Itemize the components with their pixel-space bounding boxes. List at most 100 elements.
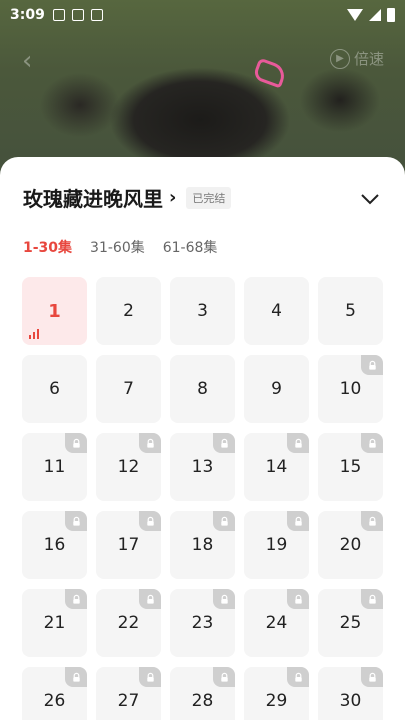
episode-number: 28 (191, 691, 214, 711)
episode-cell[interactable]: 25 (318, 589, 383, 657)
episode-cell[interactable]: 7 (96, 355, 161, 423)
episode-sheet: 玫瑰藏进晚风里 › 已完结 1-30集 31-60集 61-68集 123456… (0, 157, 405, 720)
wifi-icon (347, 9, 363, 21)
chevron-down-icon[interactable] (358, 187, 382, 211)
episode-number: 30 (339, 691, 362, 711)
episode-cell[interactable]: 1 (22, 277, 87, 345)
tab-31-60[interactable]: 31-60集 (90, 237, 145, 257)
episode-cell[interactable]: 27 (96, 667, 161, 720)
episode-cell[interactable]: 17 (96, 511, 161, 579)
episode-cell[interactable]: 28 (170, 667, 235, 720)
episode-number: 19 (265, 535, 288, 555)
episode-cell[interactable]: 19 (244, 511, 309, 579)
lock-icon (287, 589, 309, 609)
download-icon (71, 9, 84, 21)
episode-cell[interactable]: 29 (244, 667, 309, 720)
episode-number: 2 (123, 301, 134, 321)
episode-number: 21 (43, 613, 66, 633)
episode-cell[interactable]: 11 (22, 433, 87, 501)
episode-cell[interactable]: 14 (244, 433, 309, 501)
speed-button[interactable]: ▶ 倍速 (330, 48, 384, 69)
lock-icon (213, 589, 235, 609)
lock-icon (65, 511, 87, 531)
episode-cell[interactable]: 6 (22, 355, 87, 423)
episode-range-tabs: 1-30集 31-60集 61-68集 (23, 237, 217, 257)
episode-number: 17 (117, 535, 140, 555)
lock-icon (139, 589, 161, 609)
lock-icon (287, 511, 309, 531)
episode-number: 15 (339, 457, 362, 477)
chevron-right-icon: › (169, 187, 177, 208)
episode-number: 8 (197, 379, 208, 399)
episode-number: 12 (117, 457, 140, 477)
chevron-left-icon: ‹ (22, 46, 33, 76)
drama-title[interactable]: 玫瑰藏进晚风里 (23, 183, 163, 212)
episode-number: 23 (191, 613, 214, 633)
lock-icon (65, 433, 87, 453)
episode-cell[interactable]: 2 (96, 277, 161, 345)
episode-number: 22 (117, 613, 140, 633)
episode-cell[interactable]: 3 (170, 277, 235, 345)
lock-icon (213, 511, 235, 531)
episode-number: 24 (265, 613, 288, 633)
episode-number: 5 (345, 301, 356, 321)
playing-icon (29, 329, 39, 339)
gallery-icon (52, 9, 65, 21)
episode-number: 14 (265, 457, 288, 477)
lock-icon (213, 433, 235, 453)
lock-icon (361, 589, 383, 609)
tab-1-30[interactable]: 1-30集 (23, 237, 72, 257)
status-bar: 3:09 (0, 0, 405, 30)
episode-number: 9 (271, 379, 282, 399)
app-notification-icon (90, 9, 103, 21)
speed-label: 倍速 (354, 50, 385, 68)
lock-icon (287, 667, 309, 687)
lock-icon (287, 433, 309, 453)
lock-icon (361, 355, 383, 375)
episode-cell[interactable]: 10 (318, 355, 383, 423)
episode-number: 4 (271, 301, 282, 321)
episode-number: 20 (339, 535, 362, 555)
lock-icon (361, 511, 383, 531)
lock-icon (139, 433, 161, 453)
episode-cell[interactable]: 4 (244, 277, 309, 345)
episode-number: 11 (43, 457, 66, 477)
episode-cell[interactable]: 16 (22, 511, 87, 579)
episode-cell[interactable]: 21 (22, 589, 87, 657)
episode-number: 3 (197, 301, 208, 321)
episode-number: 1 (48, 300, 61, 322)
status-badge: 已完结 (186, 186, 232, 209)
episode-number: 7 (123, 379, 134, 399)
episode-cell[interactable]: 22 (96, 589, 161, 657)
episode-cell[interactable]: 15 (318, 433, 383, 501)
drama-title-row[interactable]: 玫瑰藏进晚风里 › 已完结 (23, 183, 232, 212)
episode-cell[interactable]: 12 (96, 433, 161, 501)
episode-cell[interactable]: 8 (170, 355, 235, 423)
episode-number: 10 (339, 379, 362, 399)
episode-cell[interactable]: 24 (244, 589, 309, 657)
battery-icon (387, 8, 395, 22)
episode-cell[interactable]: 30 (318, 667, 383, 720)
episode-number: 13 (191, 457, 214, 477)
episode-cell[interactable]: 9 (244, 355, 309, 423)
back-button[interactable]: ‹ (22, 46, 32, 76)
episode-cell[interactable]: 5 (318, 277, 383, 345)
speed-icon: ▶ (330, 48, 350, 69)
episode-cell[interactable]: 18 (170, 511, 235, 579)
episode-cell[interactable]: 20 (318, 511, 383, 579)
episode-number: 26 (43, 691, 66, 711)
lock-icon (213, 667, 235, 687)
episode-number: 6 (49, 379, 60, 399)
episode-number: 25 (339, 613, 362, 633)
episode-grid: 1 2 3 4 5 6 7 8 9 10 11 12 13 14 15 16 17 18 19 20 21 22 23 24 2… (22, 277, 383, 720)
episode-number: 27 (117, 691, 140, 711)
episode-cell[interactable]: 26 (22, 667, 87, 720)
tab-61-68[interactable]: 61-68集 (163, 237, 218, 257)
lock-icon (139, 511, 161, 531)
episode-cell[interactable]: 23 (170, 589, 235, 657)
lock-icon (139, 667, 161, 687)
lock-icon (361, 433, 383, 453)
episode-number: 29 (265, 691, 288, 711)
lock-icon (65, 589, 87, 609)
episode-cell[interactable]: 13 (170, 433, 235, 501)
